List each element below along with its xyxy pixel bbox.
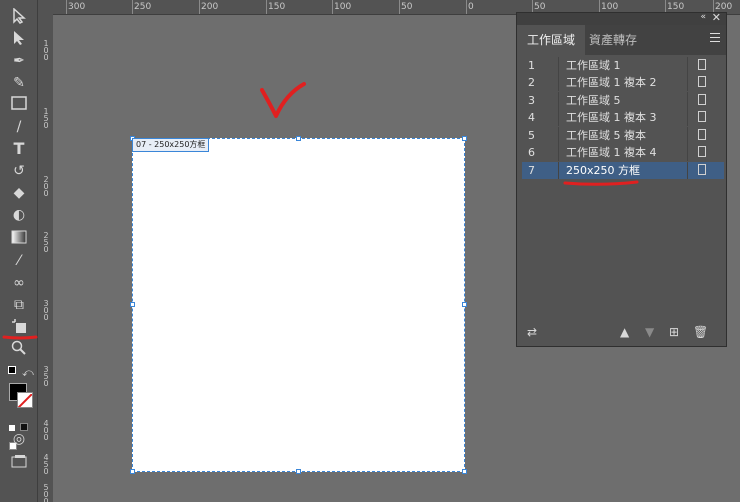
horizontal-ruler-label: 300 — [68, 2, 86, 12]
screen-mode-icon[interactable] — [9, 454, 29, 472]
direct-selection-tool-icon[interactable] — [9, 30, 29, 48]
horizontal-ruler-label: 100 — [601, 2, 619, 12]
artboard-name: 工作區域 1 複本 3 — [566, 111, 657, 124]
eyedropper-tool-icon[interactable]: ⁄ — [9, 252, 29, 270]
horizontal-ruler-label: 150 — [667, 2, 685, 12]
list-item[interactable]: 1 工作區域 1 — [522, 57, 724, 74]
artboard-number: 2 — [528, 76, 535, 89]
horizontal-ruler-label: 200 — [201, 2, 219, 12]
vertical-ruler-label: 4 0 0 — [43, 419, 49, 442]
artboard-name: 工作區域 5 複本 — [566, 129, 646, 142]
delete-artboard-icon[interactable]: 🗑 — [693, 326, 708, 338]
paintbrush-tool-icon[interactable]: / — [9, 118, 29, 136]
check-annotation — [260, 82, 306, 118]
move-down-icon[interactable]: ▼ — [645, 326, 654, 338]
swap-colors-icon[interactable]: ⤺ — [22, 366, 34, 380]
horizontal-ruler-label: 50 — [534, 2, 546, 12]
blend-tool-icon[interactable]: ∞ — [9, 274, 29, 292]
artboard-options-icon[interactable] — [698, 164, 706, 175]
shape-builder-tool-icon[interactable]: ⧉ — [9, 296, 29, 314]
horizontal-ruler-label: 50 — [401, 2, 413, 12]
type-tool-icon[interactable]: T — [9, 140, 29, 158]
default-colors-icon[interactable] — [8, 366, 16, 374]
artboard-name-label[interactable]: 07 - 250x250方框 — [132, 138, 210, 152]
artboard-options-icon[interactable] — [698, 94, 706, 105]
artboard-number: 4 — [528, 111, 535, 124]
draw-mode-icon[interactable]: ◎ — [9, 430, 29, 448]
list-item[interactable]: 3 工作區域 5 — [522, 92, 724, 109]
artboards-panel: « ✕ 工作區域 資產轉存 1 工作區域 1 2 工作區域 1 複本 2 3 工… — [516, 11, 727, 347]
rearrange-artboards-icon[interactable]: ⇄ — [527, 326, 537, 338]
artboard-handle[interactable] — [462, 469, 467, 474]
artboard-number: 5 — [528, 129, 535, 142]
artboard-number: 1 — [528, 59, 535, 72]
panel-tabs: 工作區域 資產轉存 — [517, 25, 726, 55]
new-artboard-icon[interactable]: ⊞ — [669, 326, 679, 338]
color-mode-icons[interactable] — [9, 416, 33, 450]
selection-tool-icon[interactable] — [9, 7, 29, 26]
artboard-name: 工作區域 1 — [566, 59, 621, 72]
vertical-ruler-label: 1 0 0 — [43, 39, 49, 62]
list-item[interactable]: 4 工作區域 1 複本 3 — [522, 109, 724, 126]
list-item[interactable]: 5 工作區域 5 複本 — [522, 127, 724, 144]
artboard-number: 7 — [528, 164, 535, 177]
artboard-handle[interactable] — [462, 302, 467, 307]
eraser-tool-icon[interactable]: ◆ — [9, 184, 29, 202]
vertical-ruler-label: 1 5 0 — [43, 107, 49, 130]
list-item-selected[interactable]: 7 250x250 方框 — [522, 162, 724, 179]
vertical-ruler-label: 3 0 0 — [43, 299, 49, 322]
artboard-name: 工作區域 5 — [566, 94, 621, 107]
gradient-tool-icon[interactable] — [9, 230, 29, 248]
zoom-tool-icon[interactable] — [9, 340, 29, 358]
tab-asset-export[interactable]: 資產轉存 — [579, 25, 647, 55]
vertical-ruler: 1 0 0 1 5 0 2 0 0 2 5 0 3 0 0 3 5 0 4 0 … — [38, 0, 54, 502]
artboard-name[interactable]: 250x250 方框 — [566, 162, 640, 179]
rectangle-tool-icon[interactable] — [9, 96, 29, 114]
tab-artboards[interactable]: 工作區域 — [517, 25, 586, 55]
artboard-handle[interactable] — [130, 302, 135, 307]
artboard-handle[interactable] — [296, 136, 301, 141]
panel-footer: ⇄ ▲ ▼ ⊞ 🗑 — [517, 320, 726, 346]
artboard-number: 6 — [528, 146, 535, 159]
artboard-number: 3 — [528, 94, 535, 107]
horizontal-ruler-label: 250 — [134, 2, 152, 12]
vertical-ruler-label: 4 5 0 — [43, 453, 49, 476]
vertical-ruler-label: 2 5 0 — [43, 231, 49, 254]
artboard-handle[interactable] — [130, 469, 135, 474]
collapse-panel-icon[interactable]: « — [700, 12, 706, 22]
vertical-ruler-label: 2 0 0 — [43, 175, 49, 198]
vertical-ruler-label: 3 5 0 — [43, 365, 49, 388]
artboard-name: 工作區域 1 複本 4 — [566, 146, 657, 159]
list-item[interactable]: 6 工作區域 1 複本 4 — [522, 144, 724, 161]
artboard-handle[interactable] — [462, 136, 467, 141]
artboard-options-icon[interactable] — [698, 129, 706, 140]
panel-menu-icon[interactable] — [710, 33, 720, 43]
artboard-options-icon[interactable] — [698, 59, 706, 70]
close-panel-icon[interactable]: ✕ — [712, 11, 721, 24]
panel-title-bar[interactable]: « ✕ — [517, 11, 726, 25]
artboard-options-icon[interactable] — [698, 76, 706, 87]
vertical-ruler-label: 5 0 0 — [43, 483, 49, 502]
move-up-icon[interactable]: ▲ — [620, 326, 629, 338]
artboard-name: 工作區域 1 複本 2 — [566, 76, 657, 89]
tools-panel: ✒ ✎ / T ↺ ◆ ◐ ⁄ ∞ ⧉ ⤺ ◎ — [0, 0, 38, 502]
pen-tool-icon[interactable]: ✒ — [9, 52, 29, 70]
horizontal-ruler-label: 0 — [468, 2, 474, 12]
curvature-tool-icon[interactable]: ✎ — [9, 74, 29, 92]
artboard-options-icon[interactable] — [698, 146, 706, 157]
horizontal-ruler-label: 150 — [268, 2, 286, 12]
warp-tool-icon[interactable]: ◐ — [9, 206, 29, 224]
artboard[interactable] — [132, 138, 465, 472]
list-item[interactable]: 2 工作區域 1 複本 2 — [522, 74, 724, 91]
artboard-handle[interactable] — [296, 469, 301, 474]
horizontal-ruler-label: 100 — [334, 2, 352, 12]
stroke-color-swatch[interactable] — [17, 392, 33, 408]
selected-annotation-underline — [563, 180, 639, 186]
rotate-tool-icon[interactable]: ↺ — [9, 162, 29, 180]
artboard-options-icon[interactable] — [698, 111, 706, 122]
